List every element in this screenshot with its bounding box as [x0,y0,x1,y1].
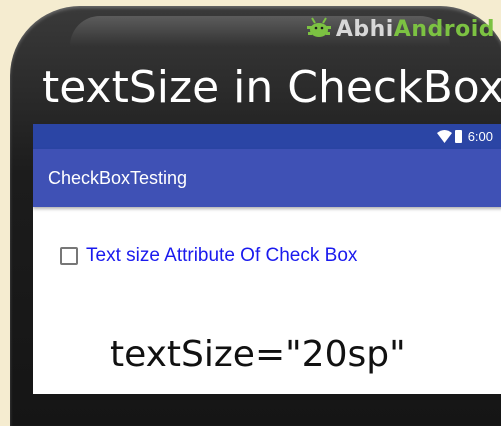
device-screen: 6:00 CheckBoxTesting Text size Attribute… [33,124,501,394]
abhiandroid-logo: Abhi Android [306,12,495,46]
wifi-icon [436,130,452,143]
logo-text-android: Android [393,16,495,42]
android-bug-icon [306,17,331,37]
caption-text: textSize="20sp" [110,334,406,375]
checkbox-label[interactable]: Text size Attribute Of Check Box [86,245,357,267]
checkbox-row[interactable]: Text size Attribute Of Check Box [60,245,357,267]
battery-icon [454,130,462,143]
logo-text-abhi: Abhi [335,16,394,42]
checkbox-box[interactable] [60,247,78,265]
status-bar: 6:00 [33,124,501,149]
action-bar: CheckBoxTesting [33,149,501,207]
app-title: CheckBoxTesting [48,168,188,188]
overlay-title: textSize in CheckBox [42,62,501,113]
status-time: 6:00 [467,129,493,144]
status-icons: 6:00 [436,129,493,144]
